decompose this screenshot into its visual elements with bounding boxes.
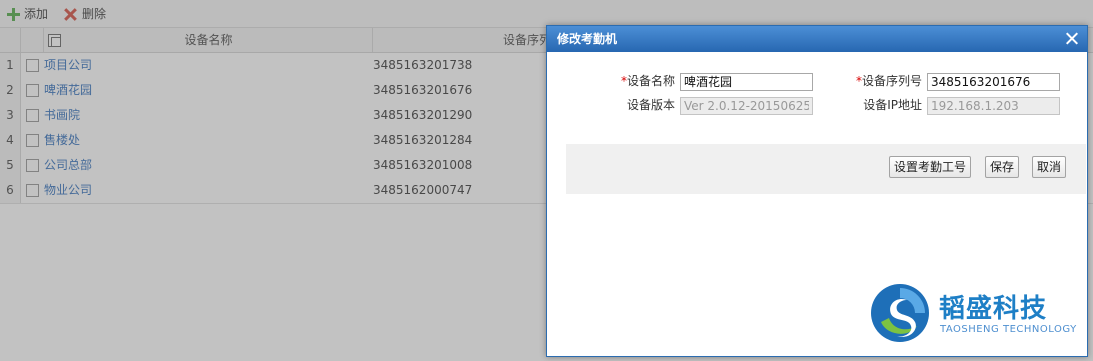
logo-english-name: TAOSHENG TECHNOLOGY bbox=[940, 324, 1077, 335]
cancel-button[interactable]: 取消 bbox=[1032, 156, 1067, 178]
device-serial-label-text: 设备序列号 bbox=[861, 74, 922, 88]
dialog-title: 修改考勤机 bbox=[557, 32, 618, 46]
logo-chinese-name: 韬盛科技 bbox=[939, 294, 1048, 324]
device-ip-label: 设备IP地址 bbox=[863, 98, 922, 112]
device-version-input bbox=[680, 97, 813, 115]
device-name-label-text: 设备名称 bbox=[626, 74, 675, 88]
save-button[interactable]: 保存 bbox=[985, 156, 1020, 178]
close-icon[interactable] bbox=[1066, 32, 1079, 45]
device-name-input[interactable] bbox=[680, 73, 813, 91]
device-ip-input bbox=[927, 97, 1060, 115]
device-name-label: *设备名称 bbox=[607, 72, 675, 90]
dialog-button-bar: 设置考勤工号 保存 取消 bbox=[566, 144, 1086, 194]
device-serial-input[interactable] bbox=[927, 73, 1060, 91]
company-logo: 韬盛科技 TAOSHENG TECHNOLOGY bbox=[869, 282, 1081, 348]
dialog-title-bar[interactable]: 修改考勤机 bbox=[547, 26, 1087, 52]
device-serial-label: *设备序列号 bbox=[837, 72, 922, 90]
set-worker-id-button[interactable]: 设置考勤工号 bbox=[889, 156, 972, 178]
device-version-label: 设备版本 bbox=[626, 98, 675, 112]
edit-device-dialog: 修改考勤机 *设备名称 *设备序列号 设备版本 设备IP地址 设置考勤工号 保存… bbox=[546, 25, 1088, 357]
taosheng-logo-icon bbox=[871, 284, 929, 342]
